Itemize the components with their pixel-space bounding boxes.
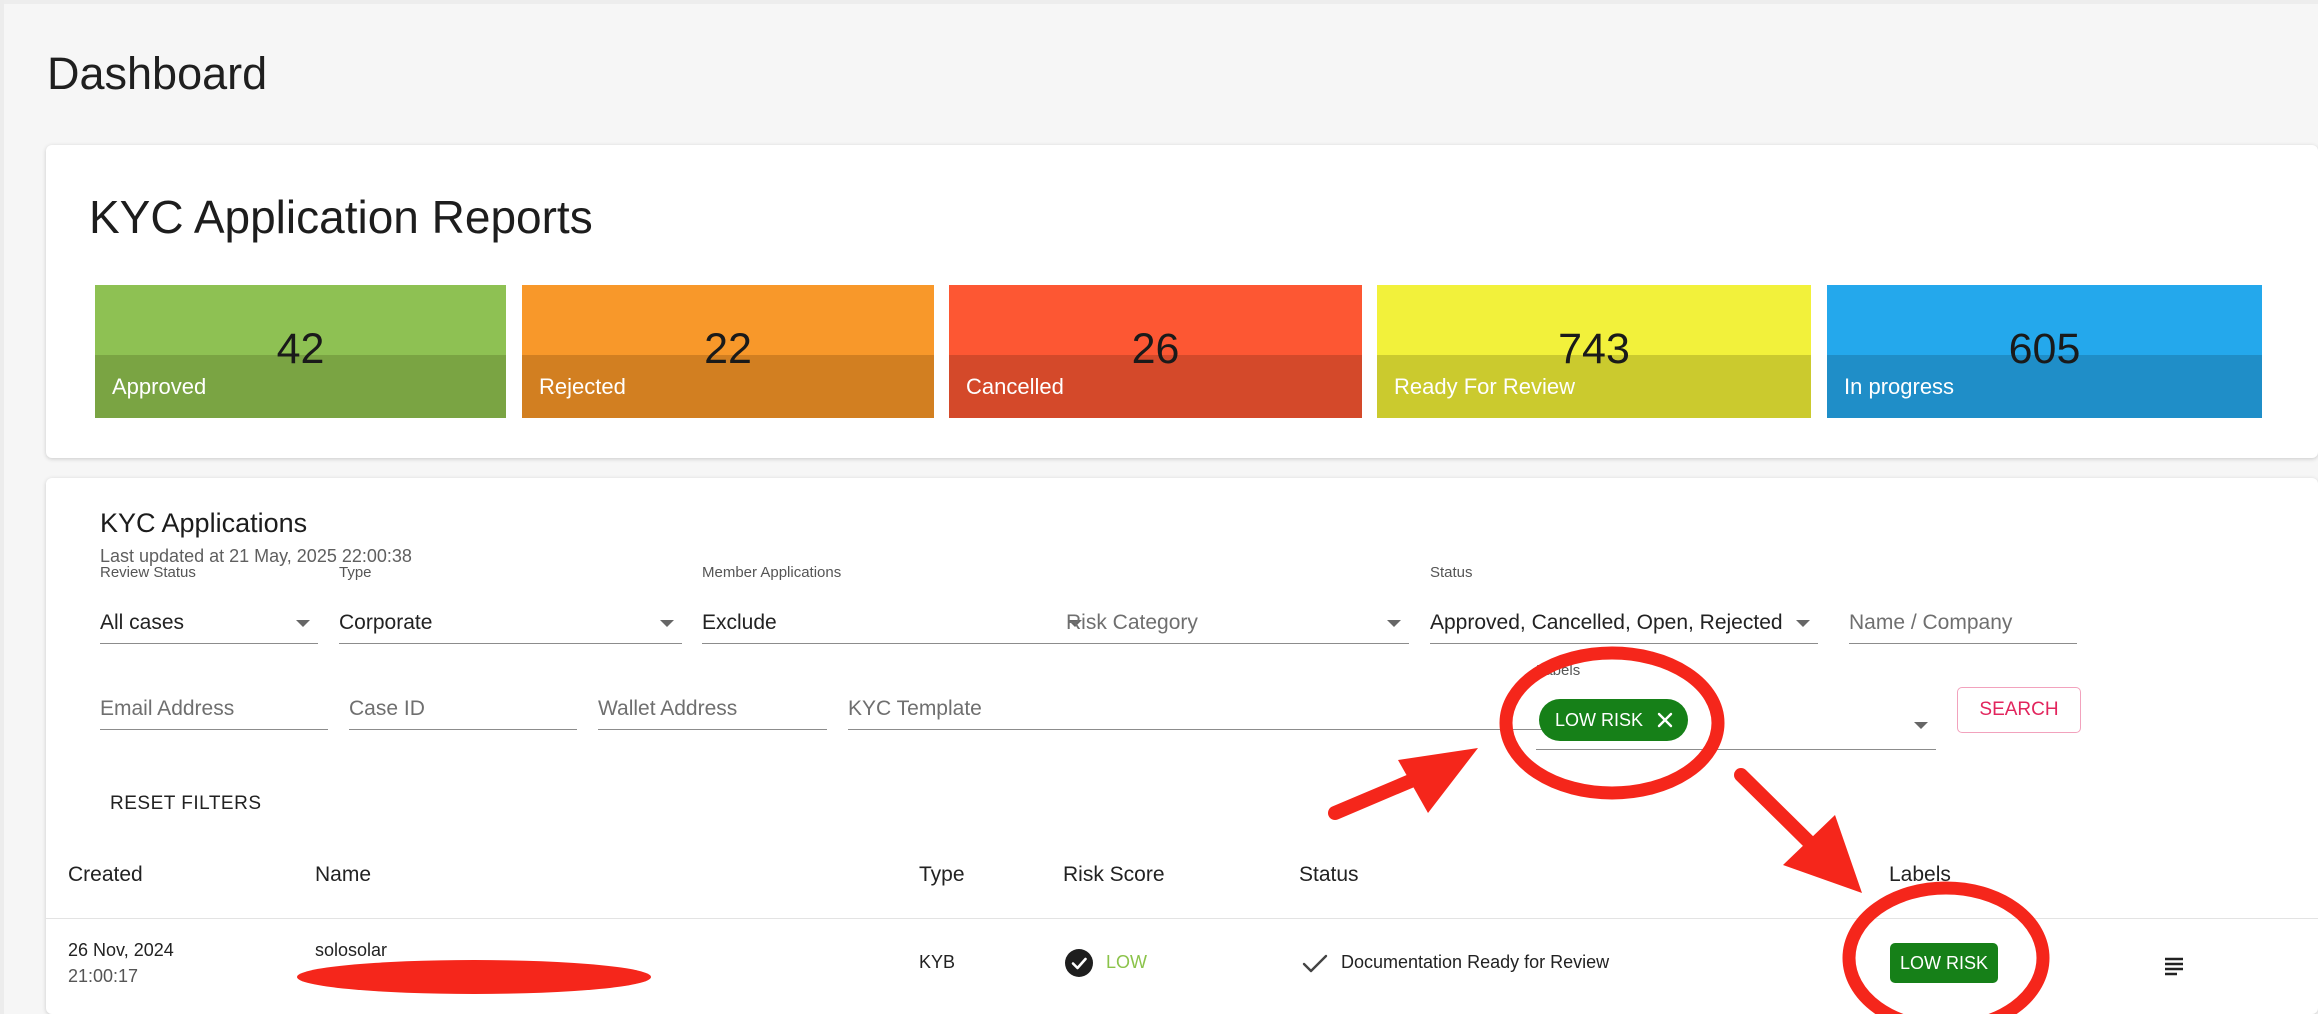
risk-category-select[interactable]: Risk Category [1066,600,1409,644]
field-label: Status [1430,564,1473,581]
field-label: Review Status [100,564,196,581]
application-status: Documentation Ready for Review [1341,952,1610,972]
row-label-chip[interactable]: LOW RISK [1890,943,1998,983]
wallet-address-input[interactable]: Wallet Address [598,686,827,730]
stat-label: Cancelled [966,374,1064,399]
stat-value: 26 [1131,325,1180,373]
label-chip-low-risk[interactable]: LOW RISK [1539,699,1689,741]
column-status[interactable]: Status [1299,863,1359,887]
stat-label: Ready For Review [1394,374,1575,399]
details-menu-icon[interactable] [2162,954,2186,978]
stat-value: 42 [276,325,325,373]
field-value: Corporate [339,611,433,634]
created-date: 26 Nov, 2024 [68,940,174,960]
kyc-template-select[interactable]: KYC Template [848,686,1548,730]
column-created[interactable]: Created [68,863,143,887]
search-button[interactable]: SEARCH [1957,687,2081,733]
applications-title: KYC Applications [100,508,308,538]
page-title: Dashboard [47,48,268,99]
top-border [0,0,2318,4]
created-time: 21:00:17 [68,966,139,986]
field-label: Type [339,564,372,581]
field-placeholder: Name / Company [1849,611,2013,634]
stat-approved[interactable]: 42 Approved [95,285,506,418]
table-row[interactable]: 26 Nov, 2024 21:00:17 solosolar KYB LOW … [46,919,2318,1014]
member-applications-select[interactable]: Member Applications Exclude [702,564,1090,644]
dropdown-caret-icon [660,620,674,627]
chip-text: LOW RISK [1555,709,1644,730]
stat-value: 743 [1558,325,1630,373]
column-labels[interactable]: Labels [1889,863,1951,887]
stat-in-progress[interactable]: 605 In progress [1827,285,2262,418]
dropdown-caret-icon [1796,620,1810,627]
field-placeholder: Risk Category [1066,611,1198,634]
applicant-name: solosolar [315,940,388,960]
applications-card: KYC Applications Last updated at 21 May,… [46,478,2318,1014]
name-company-input[interactable]: Name / Company [1849,600,2077,644]
application-type: KYB [919,952,956,972]
status-select[interactable]: Status Approved, Cancelled, Open, Reject… [1430,564,1818,644]
dropdown-caret-icon [1387,620,1401,627]
field-placeholder: Email Address [100,697,235,720]
check-circle-icon [1065,949,1093,977]
stat-ready-for-review[interactable]: 743 Ready For Review [1377,285,1811,418]
dropdown-caret-icon [1914,722,1928,729]
case-id-input[interactable]: Case ID [349,686,577,730]
stat-value: 605 [2008,325,2081,373]
dropdown-caret-icon [296,620,310,627]
field-placeholder: KYC Template [848,697,982,720]
column-type[interactable]: Type [919,863,965,887]
stat-value: 22 [704,325,752,373]
reports-card: KYC Application Reports 42 Approved 22 R… [46,145,2318,458]
left-border [0,0,4,1014]
field-placeholder: Case ID [349,697,425,720]
reports-title: KYC Application Reports [89,191,593,243]
reset-filters-button[interactable]: RESET FILTERS [110,793,262,815]
field-label: Member Applications [702,564,842,581]
stat-cancelled[interactable]: 26 Cancelled [949,285,1362,418]
column-risk-score[interactable]: Risk Score [1063,863,1165,887]
stat-label: Approved [112,374,207,399]
field-value: Exclude [702,611,777,634]
field-label: Labels [1536,662,1581,679]
stat-rejected[interactable]: 22 Rejected [522,285,934,418]
labels-select[interactable]: Labels LOW RISK [1536,662,1936,750]
field-value: Approved, Cancelled, Open, Rejected [1430,611,1783,634]
field-value: All cases [100,611,185,634]
check-icon [1302,954,1328,973]
close-icon[interactable] [1655,710,1675,730]
type-select[interactable]: Type Corporate [339,564,682,644]
column-name[interactable]: Name [315,863,371,887]
email-address-input[interactable]: Email Address [100,686,328,730]
field-placeholder: Wallet Address [598,697,738,720]
risk-score: LOW [1106,952,1148,972]
stat-label: In progress [1844,374,1955,399]
stat-label: Rejected [539,374,626,399]
review-status-select[interactable]: Review Status All cases [100,564,318,644]
